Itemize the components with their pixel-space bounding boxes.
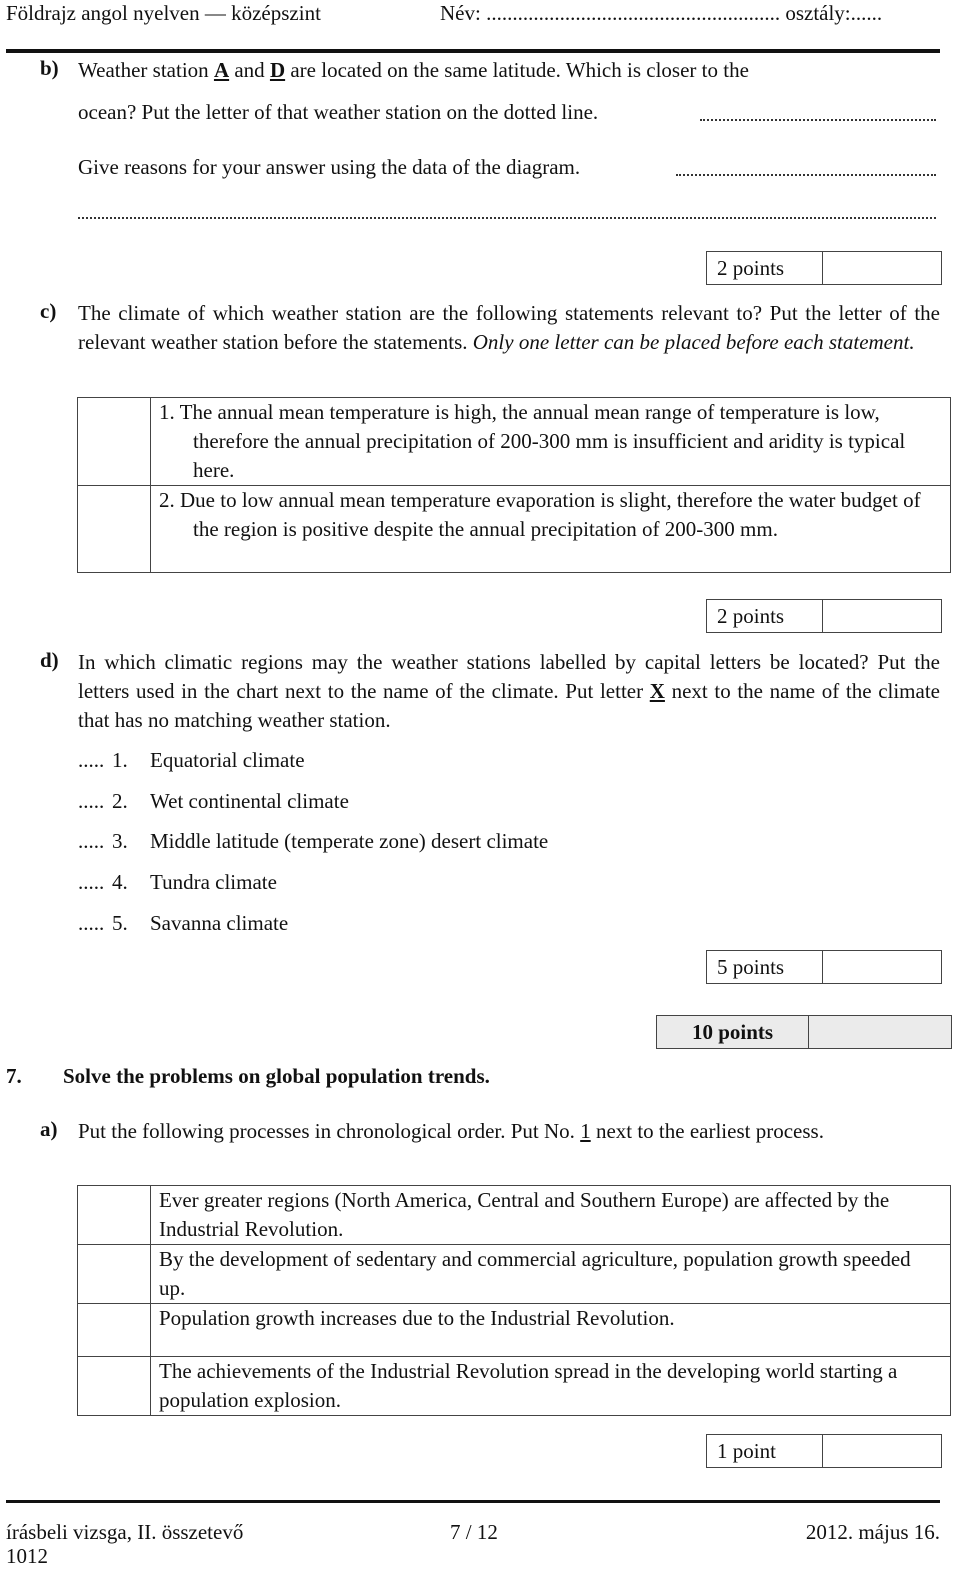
score-box-c-input[interactable]: [823, 600, 941, 632]
question-7a-text: Put the following processes in chronolog…: [78, 1117, 940, 1146]
footer-exam-code: 1012: [6, 1544, 48, 1568]
statement-text: 1. The annual mean temperature is high, …: [159, 400, 906, 482]
question-b-line1: Weather station A and D are located on t…: [78, 56, 940, 85]
station-a-letter: A: [213, 58, 230, 82]
table-row: Ever greater regions (North America, Cen…: [77, 1185, 951, 1245]
climate-number: 3.: [112, 829, 128, 853]
process-text: Ever greater regions (North America, Cen…: [150, 1185, 951, 1245]
statement-2-text: 2. Due to low annual mean temperature ev…: [150, 485, 951, 573]
station-d-letter: D: [269, 58, 286, 82]
question-7a-instruction: Put the following processes in chronolog…: [78, 1119, 581, 1143]
process-4-order-cell[interactable]: [77, 1356, 151, 1416]
question-b-line3: Give reasons for your answer using the d…: [78, 155, 581, 179]
score-box-d-label: 5 points: [707, 951, 823, 983]
question-b-line2: ocean? Put the letter of that weather st…: [78, 100, 599, 124]
climate-number: 1.: [112, 748, 128, 772]
answer-b-letter-line[interactable]: [700, 119, 936, 121]
process-text: Population growth increases due to the I…: [150, 1303, 951, 1357]
question-b-text: and: [229, 58, 270, 82]
process-2-order-cell[interactable]: [77, 1244, 151, 1304]
question-b-text: Weather station: [78, 58, 214, 82]
climate-number: 2.: [112, 789, 128, 813]
question-d-text: In which climatic regions may the weathe…: [78, 648, 940, 735]
table-row: By the development of sedentary and comm…: [77, 1244, 951, 1304]
climate-number: 4.: [112, 870, 128, 894]
score-box-7a: 1 point: [706, 1434, 942, 1468]
table-row: 2. Due to low annual mean temperature ev…: [77, 485, 951, 573]
answer-b-reason-line-1[interactable]: [676, 174, 936, 176]
table-row: Population growth increases due to the I…: [77, 1303, 951, 1357]
climate-name: Tundra climate: [150, 870, 277, 894]
header-name-class: Név: ...................................…: [440, 0, 882, 26]
climate-name: Middle latitude (temperate zone) desert …: [150, 829, 549, 853]
climate-answer-blank[interactable]: .....: [78, 909, 112, 937]
climate-name: Wet continental climate: [150, 789, 349, 813]
score-box-7a-label: 1 point: [707, 1435, 823, 1467]
question-d-label: d): [40, 648, 59, 672]
question-7a-instruction: next to the earliest process.: [590, 1119, 824, 1143]
statement-text: 2. Due to low annual mean temperature ev…: [159, 488, 921, 541]
header-divider: [6, 49, 940, 53]
process-text: The achievements of the Industrial Revol…: [150, 1356, 951, 1416]
climate-name: Savanna climate: [150, 911, 289, 935]
task-7-number: 7.: [6, 1064, 22, 1088]
climate-item: ..... 2. Wet continental climate: [78, 787, 349, 815]
exam-date: 2012. május 16.: [805, 1520, 940, 1544]
footer-divider: [6, 1500, 940, 1503]
climate-number: 5.: [112, 911, 128, 935]
score-box-c: 2 points: [706, 599, 942, 633]
statements-table: 1. The annual mean temperature is high, …: [77, 397, 951, 573]
score-box-b: 2 points: [706, 251, 942, 285]
number-one: 1: [580, 1119, 591, 1143]
climate-item: ..... 5. Savanna climate: [78, 909, 288, 937]
footer-exam-info: írásbeli vizsga, II. összetevő 1012: [6, 1520, 243, 1568]
climate-item: ..... 3. Middle latitude (temperate zone) …: [78, 827, 548, 855]
score-box-d-input[interactable]: [823, 951, 941, 983]
statement-1-answer-cell[interactable]: [77, 397, 151, 486]
question-b-text: are located on the same latitude. Which …: [285, 58, 749, 82]
class-field-label[interactable]: osztály:......: [785, 1, 882, 25]
process-text: By the development of sedentary and comm…: [150, 1244, 951, 1304]
answer-b-reason-line-2[interactable]: [78, 217, 936, 219]
score-box-b-input[interactable]: [823, 252, 941, 284]
score-box-7a-input[interactable]: [823, 1435, 941, 1467]
processes-table: Ever greater regions (North America, Cen…: [77, 1185, 951, 1416]
footer-exam-name: írásbeli vizsga, II. összetevő: [6, 1520, 244, 1544]
question-c-label: c): [40, 299, 57, 323]
task-7-title: Solve the problems on global population …: [63, 1064, 490, 1088]
table-row: 1. The annual mean temperature is high, …: [77, 397, 951, 486]
climate-item: ..... 4. Tundra climate: [78, 868, 277, 896]
climate-answer-blank[interactable]: .....: [78, 787, 112, 815]
question-b-label: b): [40, 56, 59, 80]
table-row: The achievements of the Industrial Revol…: [77, 1356, 951, 1416]
letter-x: X: [649, 679, 665, 703]
score-box-total-label: 10 points: [657, 1016, 809, 1048]
score-box-d: 5 points: [706, 950, 942, 984]
score-box-b-label: 2 points: [707, 252, 823, 284]
question-7a-label: a): [40, 1117, 58, 1141]
climate-answer-blank[interactable]: .....: [78, 827, 112, 855]
climate-answer-blank[interactable]: .....: [78, 746, 112, 774]
process-1-order-cell[interactable]: [77, 1185, 151, 1245]
question-c-text: The climate of which weather station are…: [78, 299, 940, 357]
question-c-note: Only one letter can be placed before eac…: [472, 330, 915, 354]
climate-item: ..... 1. Equatorial climate: [78, 746, 305, 774]
climate-name: Equatorial climate: [150, 748, 305, 772]
score-box-c-label: 2 points: [707, 600, 823, 632]
statement-2-answer-cell[interactable]: [77, 485, 151, 573]
page-number: 7 / 12: [450, 1520, 498, 1544]
score-box-total: 10 points: [656, 1015, 952, 1049]
score-box-total-input[interactable]: [809, 1016, 951, 1048]
name-field-label[interactable]: Név: ...................................…: [440, 1, 780, 25]
climate-answer-blank[interactable]: .....: [78, 868, 112, 896]
process-3-order-cell[interactable]: [77, 1303, 151, 1357]
header-subject: Földrajz angol nyelven — középszint: [6, 1, 321, 25]
statement-1-text: 1. The annual mean temperature is high, …: [150, 397, 951, 486]
